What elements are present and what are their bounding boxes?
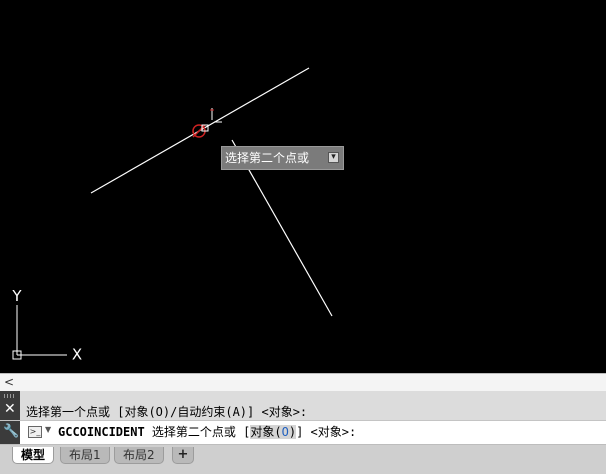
- chevron-down-icon[interactable]: ▼: [45, 425, 51, 434]
- option-suffix: ): [288, 425, 297, 439]
- command-history: ✕ 选择第一个点或 [对象(O)/自动约束(A)] <对象>:: [0, 391, 606, 421]
- command-name: GCCOINCIDENT: [58, 425, 145, 439]
- option-prefix: 对象(: [250, 425, 282, 439]
- chevron-left-icon[interactable]: <: [4, 374, 14, 391]
- add-layout-button[interactable]: +: [172, 447, 194, 464]
- drawing-svg[interactable]: Y X: [0, 0, 606, 373]
- option-object[interactable]: 对象(O): [250, 425, 297, 439]
- grip-icon[interactable]: [4, 394, 16, 398]
- close-icon[interactable]: ✕: [4, 401, 16, 417]
- tooltip-text: 选择第二个点或: [225, 151, 310, 165]
- command-prompt-icon[interactable]: >_: [28, 426, 42, 438]
- tab-layout2[interactable]: 布局2: [114, 447, 164, 464]
- wrench-icon[interactable]: 🔧: [3, 425, 19, 439]
- command-window-strip: 🔧: [0, 421, 20, 444]
- drawing-canvas[interactable]: Y X 选择第二个点或 ▾: [0, 0, 606, 373]
- command-input[interactable]: GCCOINCIDENT 选择第二个点或 [对象(O)] <对象>:: [58, 424, 356, 441]
- tab-layout1[interactable]: 布局1: [60, 447, 110, 464]
- command-prompt-text: 选择第二个点或 [: [144, 425, 251, 439]
- dynamic-input-tooltip: 选择第二个点或 ▾: [221, 146, 344, 170]
- layout-tab-bar: 模型 布局1 布局2 +: [0, 445, 606, 474]
- command-window-handle[interactable]: ✕: [0, 391, 20, 420]
- command-history-scrollbar[interactable]: <: [0, 373, 606, 391]
- command-prompt-tail: ] <对象>:: [296, 425, 357, 439]
- history-line: 选择第一个点或 [对象(O)/自动约束(A)] <对象>:: [26, 405, 308, 419]
- option-key: O: [281, 425, 289, 439]
- ucs-icon: Y X: [11, 287, 82, 364]
- command-line[interactable]: 🔧 >_ ▼ GCCOINCIDENT 选择第二个点或 [对象(O)] <对象>…: [0, 421, 606, 445]
- tab-model[interactable]: 模型: [12, 447, 55, 464]
- ucs-x-label: X: [72, 346, 82, 364]
- tooltip-dropdown-icon[interactable]: ▾: [328, 152, 339, 163]
- ucs-y-label: Y: [11, 287, 22, 305]
